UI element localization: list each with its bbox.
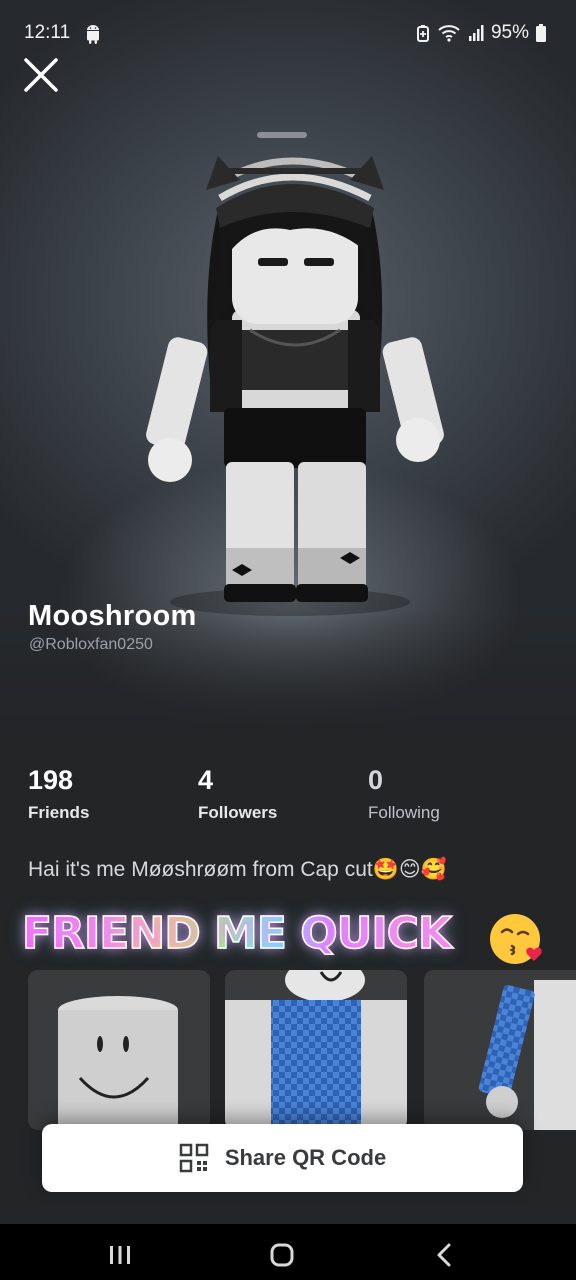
- friends-count: 198: [28, 765, 74, 795]
- home-button[interactable]: [252, 1234, 312, 1274]
- home-icon: [270, 1243, 294, 1267]
- followers-label: Followers: [198, 803, 278, 822]
- share-qr-label: Share QR Code: [224, 1145, 387, 1170]
- classic-head-image: [58, 996, 178, 1130]
- signal-icon: [468, 25, 484, 41]
- username: @Robloxfan0250: [29, 636, 153, 653]
- android-icon: [87, 25, 99, 44]
- back-icon: [437, 1243, 451, 1267]
- following-count: 0: [368, 765, 384, 795]
- about-text: Hai it's me Møøshrøøm from Cap cut🤩😊🥰: [28, 858, 447, 881]
- battery-percent: 95%: [490, 22, 529, 43]
- stat-friends[interactable]: 198 Friends: [28, 763, 89, 823]
- outfit-image: [478, 980, 576, 1130]
- status-bar: 12:11 95%: [0, 0, 576, 66]
- stat-followers[interactable]: 4 Followers: [198, 763, 277, 823]
- avatar-image[interactable]: [140, 150, 450, 620]
- item-card-head[interactable]: [28, 970, 210, 1130]
- display-name: Mooshroom: [28, 600, 197, 632]
- recents-button[interactable]: [90, 1234, 150, 1274]
- battery-saver-icon: [416, 25, 429, 42]
- kissing-face-icon: [490, 914, 542, 964]
- profile-screen: 12:11 95% Mooshroom @Robloxfan0250 198 F…: [0, 0, 576, 1280]
- status-time: 12:11: [24, 22, 71, 43]
- following-label: Following: [368, 803, 440, 822]
- close-button[interactable]: [20, 54, 62, 96]
- followers-count: 4: [198, 765, 214, 795]
- item-card-shirt[interactable]: [225, 970, 407, 1130]
- friends-label: Friends: [28, 803, 90, 822]
- overlay-caption: FRIEND ME QUICK: [21, 907, 453, 960]
- system-nav-bar: [0, 1224, 576, 1280]
- stat-following[interactable]: 0 Following: [368, 763, 440, 823]
- status-icons: 95%: [416, 22, 546, 44]
- item-carousel[interactable]: [0, 970, 576, 1130]
- share-qr-button[interactable]: Share QR Code: [42, 1124, 523, 1192]
- back-button[interactable]: [414, 1234, 474, 1274]
- qr-code-icon: [179, 1143, 209, 1173]
- battery-icon: [536, 24, 546, 42]
- close-icon: [24, 58, 58, 92]
- recents-icon: [110, 1246, 130, 1264]
- wifi-icon: [438, 25, 460, 42]
- blue-shirt-image: [225, 970, 407, 1130]
- item-card-outfit[interactable]: [424, 970, 576, 1130]
- sheet-drag-handle[interactable]: [257, 132, 307, 138]
